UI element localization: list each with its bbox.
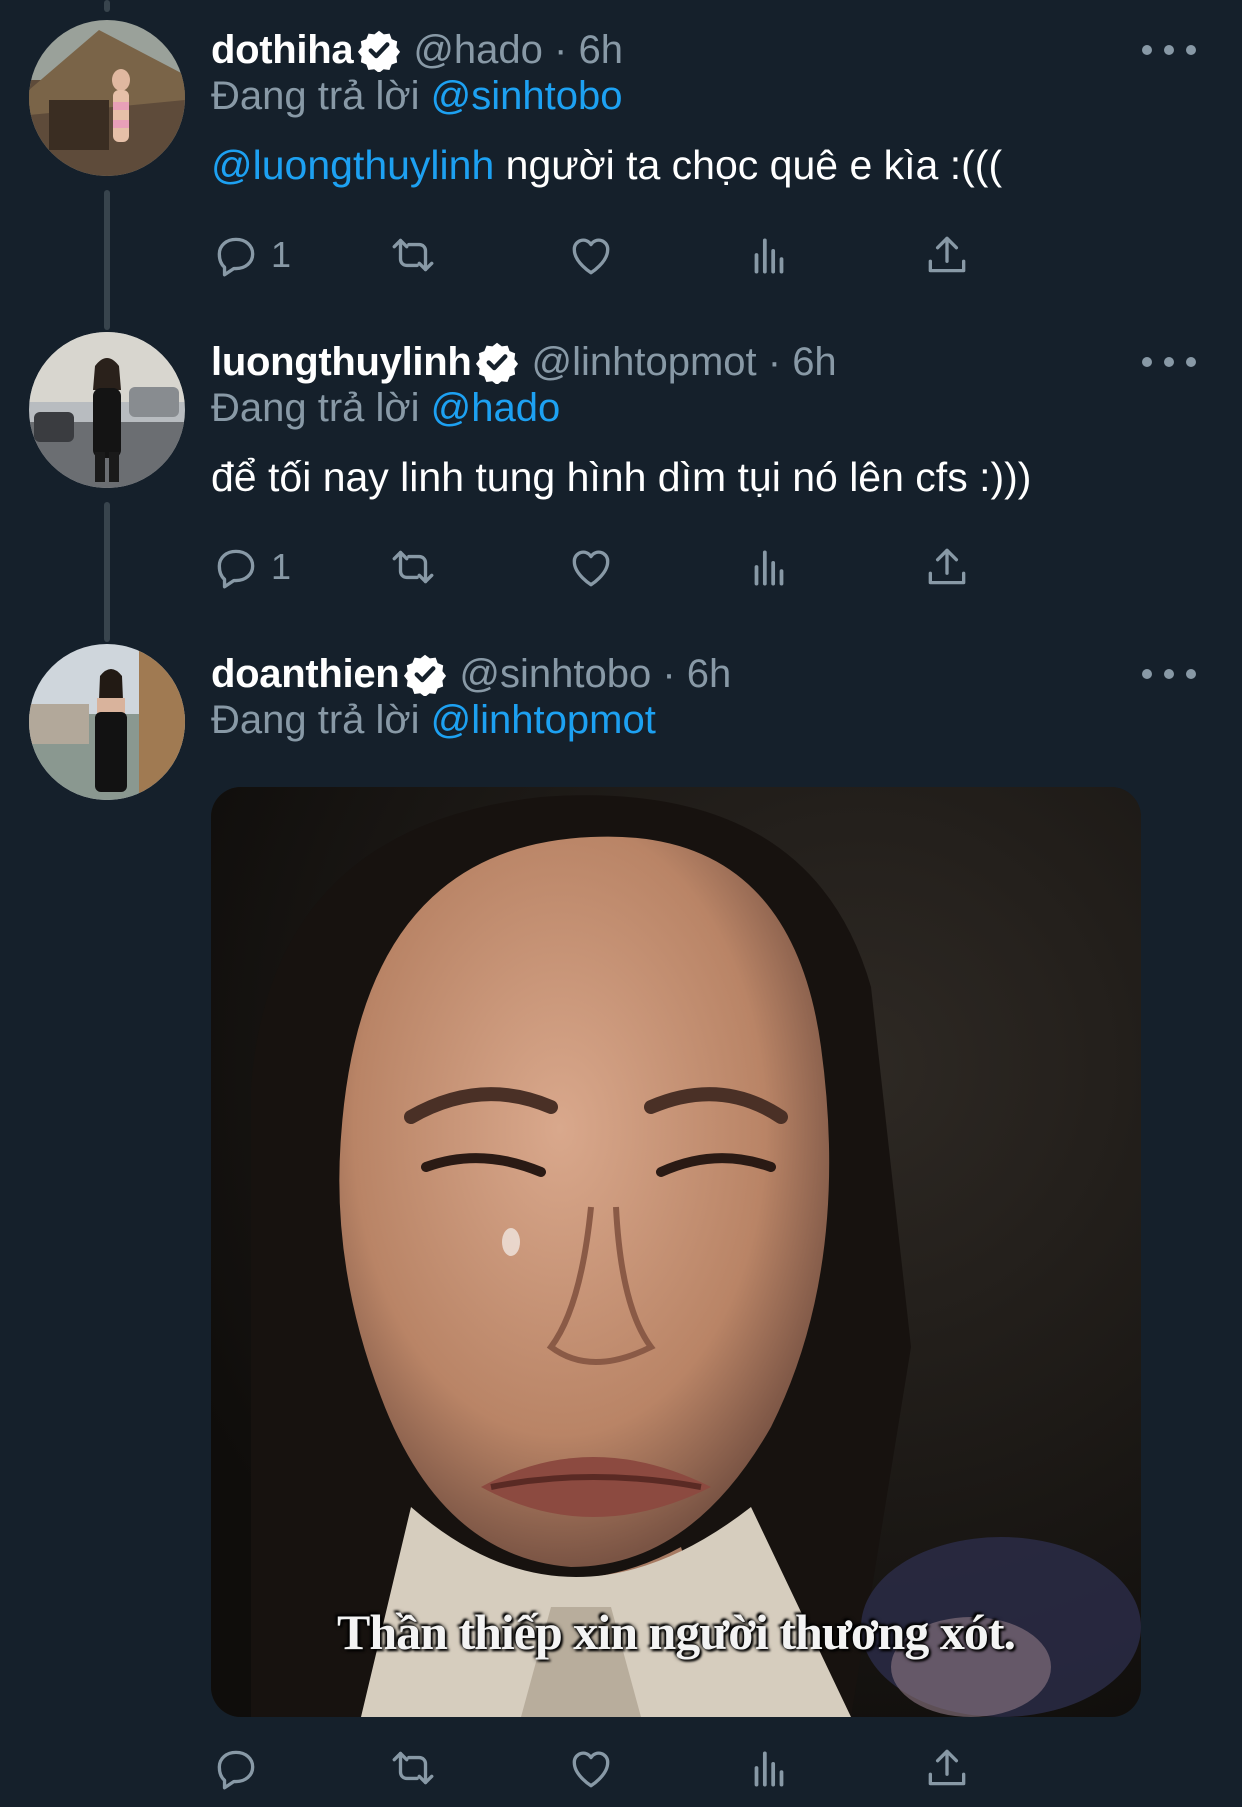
thread-line: [104, 0, 110, 12]
handle-time[interactable]: @hado · 6h: [413, 28, 623, 73]
more-icon[interactable]: [1142, 40, 1196, 60]
reply-prefix: Đang trả lời: [211, 698, 431, 742]
display-name[interactable]: dothiha: [211, 28, 354, 73]
tweet-body: người ta chọc quê e kìa :(((: [494, 142, 1003, 188]
verified-badge-icon: [476, 342, 519, 384]
action-bar: 1: [211, 225, 1091, 285]
analytics-button[interactable]: [744, 225, 794, 285]
more-icon[interactable]: [1142, 664, 1196, 684]
action-bar: [211, 1738, 1091, 1798]
reply-icon: [217, 1750, 255, 1790]
reply-icon: [217, 549, 255, 589]
retweet-button[interactable]: [388, 225, 438, 285]
tweet-text: để tối nay linh tung hình dìm tụi nó lên…: [211, 454, 1031, 501]
retweet-icon: [392, 1751, 434, 1785]
action-bar: 1: [211, 537, 1091, 597]
tweet-1[interactable]: dothiha @hado · 6h Đang trả lời @sinhtob…: [0, 12, 1242, 312]
avatar-dothiha[interactable]: [29, 20, 185, 176]
media-caption: Thần thiếp xin người thương xót.: [336, 1604, 1016, 1660]
tweet-header: doanthien @sinhtobo · 6h: [211, 646, 731, 702]
analytics-button[interactable]: [744, 1738, 794, 1798]
replying-to: Đang trả lời @linhtopmot: [211, 698, 656, 743]
like-button[interactable]: [566, 537, 616, 597]
avatar-image: [29, 20, 185, 176]
analytics-button[interactable]: [744, 537, 794, 597]
tweet-media-image[interactable]: Thần thiếp xin người thương xót.: [211, 787, 1141, 1717]
avatar-doanthien[interactable]: [29, 644, 185, 800]
share-icon: [928, 236, 966, 273]
retweet-icon: [392, 550, 434, 584]
handle-time[interactable]: @linhtopmot · 6h: [531, 340, 836, 385]
tweet-body: để tối nay linh tung hình dìm tụi nó lên…: [211, 454, 1032, 500]
reply-count: 1: [271, 546, 292, 587]
analytics-icon: [754, 550, 784, 586]
share-button[interactable]: [922, 537, 972, 597]
avatar-image: [29, 332, 185, 488]
like-icon: [572, 1751, 610, 1788]
reply-button[interactable]: 1: [211, 225, 291, 285]
reply-button[interactable]: 1: [211, 537, 291, 597]
tweet-header: dothiha @hado · 6h: [211, 22, 623, 78]
share-button[interactable]: [922, 1738, 972, 1798]
retweet-button[interactable]: [388, 537, 438, 597]
reply-count: 1: [271, 234, 292, 275]
replying-to: Đang trả lời @hado: [211, 386, 560, 431]
share-button[interactable]: [922, 225, 972, 285]
share-icon: [928, 1749, 966, 1786]
meme-photo: [211, 787, 1141, 1717]
tweet-header: luongthuylinh @linhtopmot · 6h: [211, 334, 837, 390]
more-icon[interactable]: [1142, 352, 1196, 372]
verified-badge-icon: [404, 654, 447, 696]
verified-badge-icon: [358, 30, 401, 72]
avatar-image: [29, 644, 185, 800]
tweet-2[interactable]: luongthuylinh @linhtopmot · 6h Đang trả …: [0, 324, 1242, 624]
like-button[interactable]: [566, 225, 616, 285]
display-name[interactable]: luongthuylinh: [211, 340, 472, 385]
handle-time[interactable]: @sinhtobo · 6h: [459, 652, 731, 697]
reply-to-mention[interactable]: @hado: [431, 386, 561, 430]
analytics-icon: [754, 1751, 784, 1787]
reply-prefix: Đang trả lời: [211, 74, 431, 118]
text-mention[interactable]: @luongthuylinh: [211, 142, 494, 188]
analytics-icon: [754, 238, 784, 274]
tweet-text: @luongthuylinh người ta chọc quê e kìa :…: [211, 142, 1002, 189]
reply-button[interactable]: [211, 1738, 261, 1798]
retweet-button[interactable]: [388, 1738, 438, 1798]
reply-to-mention[interactable]: @sinhtobo: [431, 74, 623, 118]
avatar-luongthuylinh[interactable]: [29, 332, 185, 488]
display-name[interactable]: doanthien: [211, 652, 400, 697]
share-icon: [928, 548, 966, 585]
reply-icon: [217, 237, 255, 277]
retweet-icon: [392, 238, 434, 272]
reply-to-mention[interactable]: @linhtopmot: [431, 698, 656, 742]
like-icon: [572, 238, 610, 275]
like-icon: [572, 550, 610, 587]
like-button[interactable]: [566, 1738, 616, 1798]
replying-to: Đang trả lời @sinhtobo: [211, 74, 623, 119]
reply-prefix: Đang trả lời: [211, 386, 431, 430]
